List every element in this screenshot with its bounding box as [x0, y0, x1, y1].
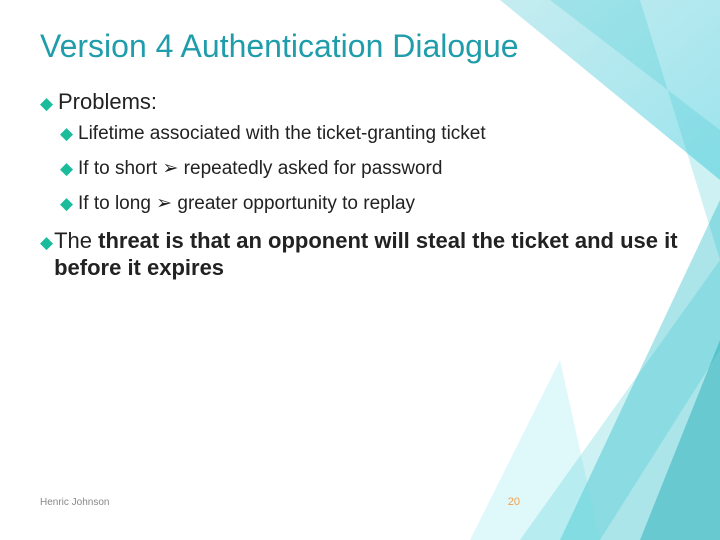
problems-label: Problems: — [58, 89, 157, 115]
diamond-icon: ◆ — [60, 124, 78, 144]
footer-author: Henric Johnson — [40, 497, 109, 508]
arrow-icon: ➢ — [156, 193, 172, 214]
diamond-icon: ◆ — [60, 194, 78, 214]
long-suffix: greater opportunity to replay — [172, 193, 415, 214]
threat-text: The threat is that an opponent will stea… — [54, 227, 680, 282]
slide-title: Version 4 Authentication Dialogue — [40, 28, 680, 65]
sub-bullet-lifetime: ◆ Lifetime associated with the ticket-gr… — [60, 123, 680, 145]
bullet-threat: ◆ The threat is that an opponent will st… — [40, 227, 680, 282]
sub-text-long: If to long ➢ greater opportunity to repl… — [78, 192, 415, 215]
long-prefix: If to long — [78, 193, 156, 214]
bullet-problems: ◆ Problems: ◆ Lifetime associated with t… — [40, 89, 680, 215]
short-prefix: If to short — [78, 158, 162, 179]
diamond-icon: ◆ — [40, 94, 58, 114]
page-number: 20 — [508, 496, 520, 508]
diamond-icon: ◆ — [60, 159, 78, 179]
sub-text-short: If to short ➢ repeatedly asked for passw… — [78, 157, 442, 180]
short-suffix: repeatedly asked for password — [178, 158, 442, 179]
diamond-icon: ◆ — [40, 233, 54, 253]
sub-bullet-long: ◆ If to long ➢ greater opportunity to re… — [60, 192, 680, 215]
sub-bullet-short: ◆ If to short ➢ repeatedly asked for pas… — [60, 157, 680, 180]
sub-text-lifetime: Lifetime associated with the ticket-gran… — [78, 123, 486, 145]
arrow-icon: ➢ — [162, 158, 178, 179]
threat-prefix: The — [54, 228, 98, 253]
threat-rest: threat is that an opponent will steal th… — [54, 228, 677, 281]
